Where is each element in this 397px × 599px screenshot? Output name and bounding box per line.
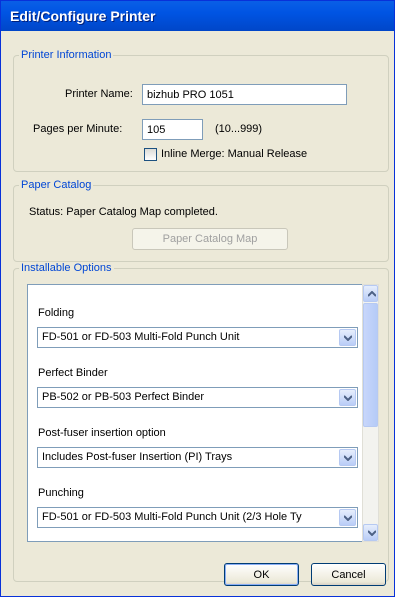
title-bar[interactable]: Edit/Configure Printer [1, 1, 394, 31]
dialog-body: Printer Information Printer Name: Pages … [5, 31, 390, 592]
punching-value: FD-501 or FD-503 Multi-Fold Punch Unit (… [42, 511, 302, 523]
pages-per-minute-label: Pages per Minute: [33, 123, 123, 135]
post-fuser-insertion-select[interactable]: Includes Post-fuser Insertion (PI) Trays [37, 447, 358, 468]
perfect-binder-select[interactable]: PB-502 or PB-503 Perfect Binder [37, 387, 358, 408]
inline-merge-checkbox[interactable] [144, 148, 157, 161]
paper-catalog-map-button[interactable]: Paper Catalog Map [132, 228, 288, 250]
scrollbar-thumb[interactable] [363, 303, 378, 427]
installable-options-list[interactable]: Folding FD-501 or FD-503 Multi-Fold Punc… [27, 284, 376, 542]
post-fuser-insertion-label: Post-fuser insertion option [38, 427, 166, 439]
punching-label: Punching [38, 487, 84, 499]
chevron-down-icon[interactable] [339, 509, 356, 526]
chevron-down-icon[interactable] [363, 524, 378, 541]
folding-value: FD-501 or FD-503 Multi-Fold Punch Unit [42, 331, 240, 343]
dialog-title: Edit/Configure Printer [10, 8, 156, 24]
printer-information-legend: Printer Information [21, 49, 112, 61]
cancel-button[interactable]: Cancel [311, 563, 386, 586]
inline-merge-label[interactable]: Inline Merge: Manual Release [161, 148, 307, 160]
installable-options-legend: Installable Options [21, 262, 112, 274]
edit-configure-printer-dialog: Edit/Configure Printer Printer Informati… [0, 0, 395, 597]
folding-select[interactable]: FD-501 or FD-503 Multi-Fold Punch Unit [37, 327, 358, 348]
perfect-binder-label: Perfect Binder [38, 367, 108, 379]
paper-catalog-legend: Paper Catalog [21, 179, 92, 191]
perfect-binder-value: PB-502 or PB-503 Perfect Binder [42, 391, 205, 403]
chevron-down-icon[interactable] [339, 389, 356, 406]
pages-per-minute-field[interactable] [142, 119, 203, 140]
options-scrollbar[interactable] [362, 284, 379, 542]
paper-catalog-status: Status: Paper Catalog Map completed. [29, 206, 218, 218]
chevron-up-icon[interactable] [363, 285, 378, 302]
printer-name-field[interactable] [142, 84, 347, 105]
chevron-down-icon[interactable] [339, 329, 356, 346]
chevron-down-icon[interactable] [339, 449, 356, 466]
post-fuser-insertion-value: Includes Post-fuser Insertion (PI) Trays [42, 451, 233, 463]
pages-per-minute-range: (10...999) [215, 123, 263, 135]
folding-label: Folding [38, 307, 75, 319]
ok-button[interactable]: OK [224, 563, 299, 586]
punching-select[interactable]: FD-501 or FD-503 Multi-Fold Punch Unit (… [37, 507, 358, 528]
printer-name-label: Printer Name: [65, 88, 133, 100]
